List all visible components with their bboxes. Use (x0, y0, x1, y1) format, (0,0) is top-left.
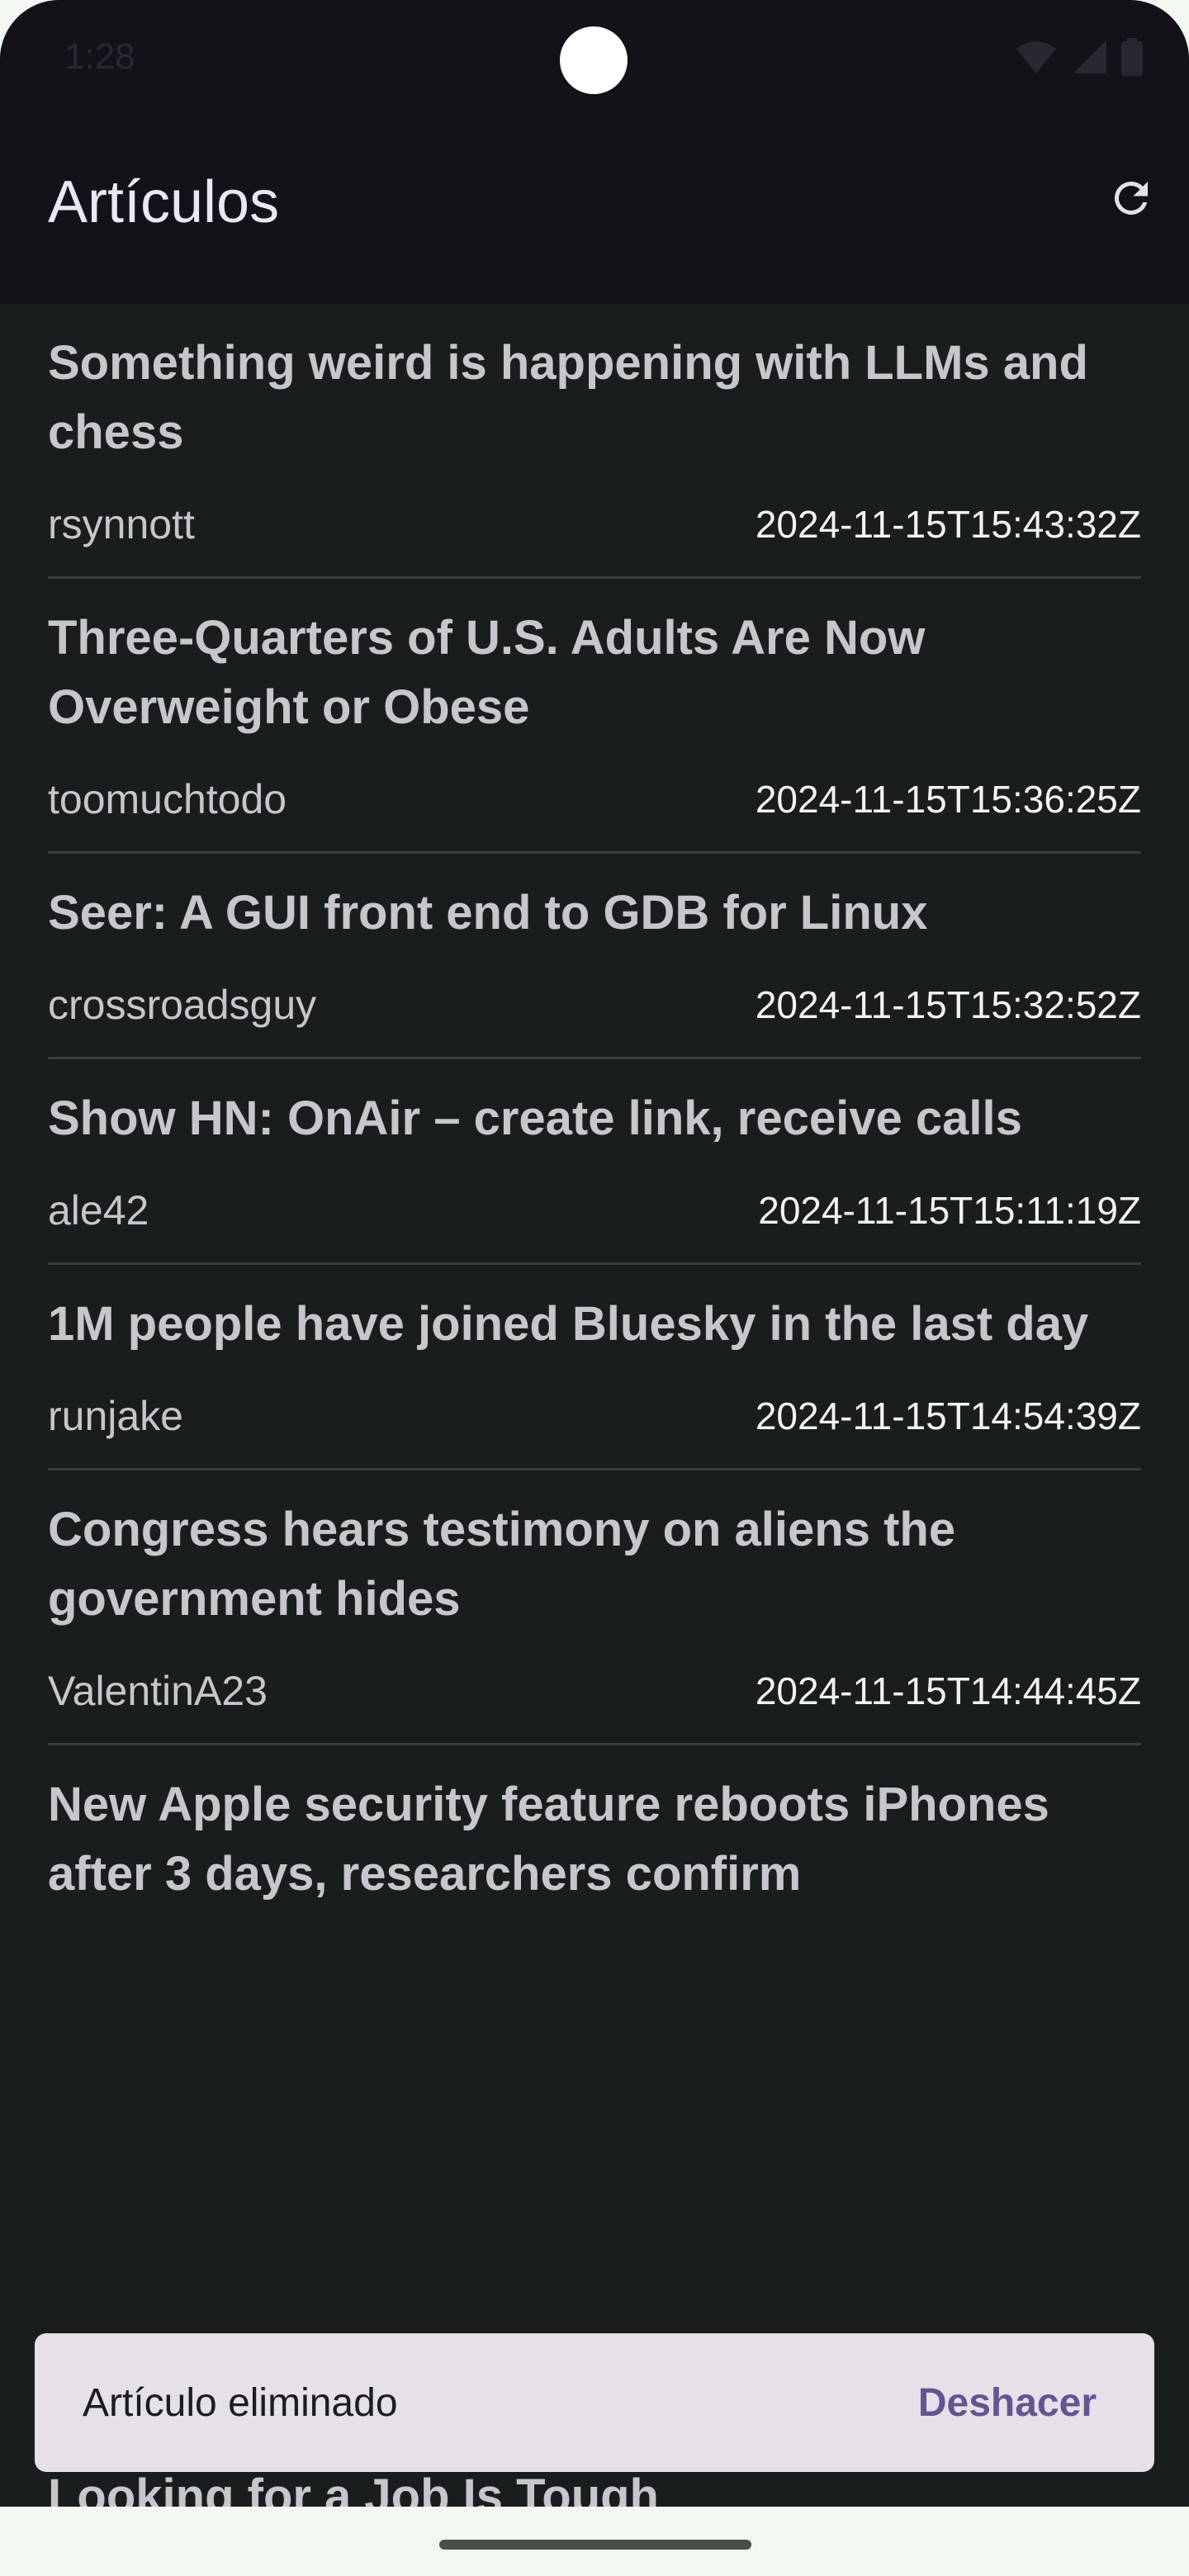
status-time: 1:28 (64, 36, 135, 77)
article-date: 2024-11-15T14:44:45Z (755, 1669, 1141, 1712)
article-meta: ValentinA23 2024-11-15T14:44:45Z (48, 1667, 1141, 1715)
article-item[interactable]: New Apple security feature reboots iPhon… (48, 1745, 1141, 1937)
article-author: ale42 (48, 1187, 149, 1234)
article-title: Show HN: OnAir – create link, receive ca… (48, 1091, 1022, 1145)
article-title: Three-Quarters of U.S. Adults Are Now Ov… (48, 611, 926, 734)
article-item[interactable]: Three-Quarters of U.S. Adults Are Now Ov… (48, 579, 1141, 854)
article-item[interactable]: Congress hears testimony on aliens the g… (48, 1470, 1141, 1745)
article-meta: runjake 2024-11-15T14:54:39Z (48, 1392, 1141, 1440)
snackbar-message: Artículo eliminado (83, 2380, 398, 2425)
article-date: 2024-11-15T15:36:25Z (755, 778, 1141, 821)
front-camera (560, 26, 628, 94)
status-icons (1005, 38, 1143, 81)
article-author: toomuchtodo (48, 776, 287, 822)
snackbar: Artículo eliminado Deshacer (35, 2333, 1154, 2472)
home-handle[interactable] (439, 2540, 751, 2550)
cellular-signal-icon (1073, 40, 1106, 73)
wifi-icon (1016, 41, 1057, 73)
article-author: rsynnott (48, 501, 195, 547)
refresh-icon (1114, 181, 1148, 215)
app-screen: 1:28 Artículos Something weird is happen… (0, 0, 1189, 2576)
article-item[interactable]: Show HN: OnAir – create link, receive ca… (48, 1059, 1141, 1265)
undo-button[interactable]: Deshacer (918, 2380, 1097, 2426)
article-title: Seer: A GUI front end to GDB for Linux (48, 886, 928, 940)
article-item[interactable]: 1M people have joined Bluesky in the las… (48, 1265, 1141, 1470)
article-date: 2024-11-15T15:11:19Z (758, 1189, 1141, 1232)
article-date: 2024-11-15T15:43:32Z (755, 503, 1141, 546)
article-title: New Apple security feature reboots iPhon… (48, 1778, 1049, 1901)
article-author: ValentinA23 (48, 1668, 268, 1714)
article-date: 2024-11-15T14:54:39Z (755, 1395, 1141, 1437)
article-meta: rsynnott 2024-11-15T15:43:32Z (48, 500, 1141, 548)
article-meta: crossroadsguy 2024-11-15T15:32:52Z (48, 981, 1141, 1029)
status-bar: 1:28 (0, 0, 1189, 119)
battery-icon (1121, 38, 1143, 76)
article-title: Congress hears testimony on aliens the g… (48, 1503, 956, 1626)
article-title: Something weird is happening with LLMs a… (48, 336, 1088, 459)
article-date: 2024-11-15T15:32:52Z (755, 983, 1141, 1026)
article-item[interactable]: Seer: A GUI front end to GDB for Linux c… (48, 854, 1141, 1059)
gesture-nav-bar (0, 2507, 1189, 2576)
top-app-bar: Artículos (0, 119, 1189, 304)
article-author: runjake (48, 1393, 183, 1439)
article-meta: ale42 2024-11-15T15:11:19Z (48, 1186, 1141, 1234)
article-item[interactable]: Something weird is happening with LLMs a… (48, 304, 1141, 579)
article-title: 1M people have joined Bluesky in the las… (48, 1297, 1089, 1351)
article-author: crossroadsguy (48, 982, 317, 1028)
page-title: Artículos (48, 169, 280, 235)
refresh-button[interactable] (1090, 157, 1172, 239)
article-meta: toomuchtodo 2024-11-15T15:36:25Z (48, 775, 1141, 823)
article-list: Something weird is happening with LLMs a… (0, 304, 1189, 1937)
